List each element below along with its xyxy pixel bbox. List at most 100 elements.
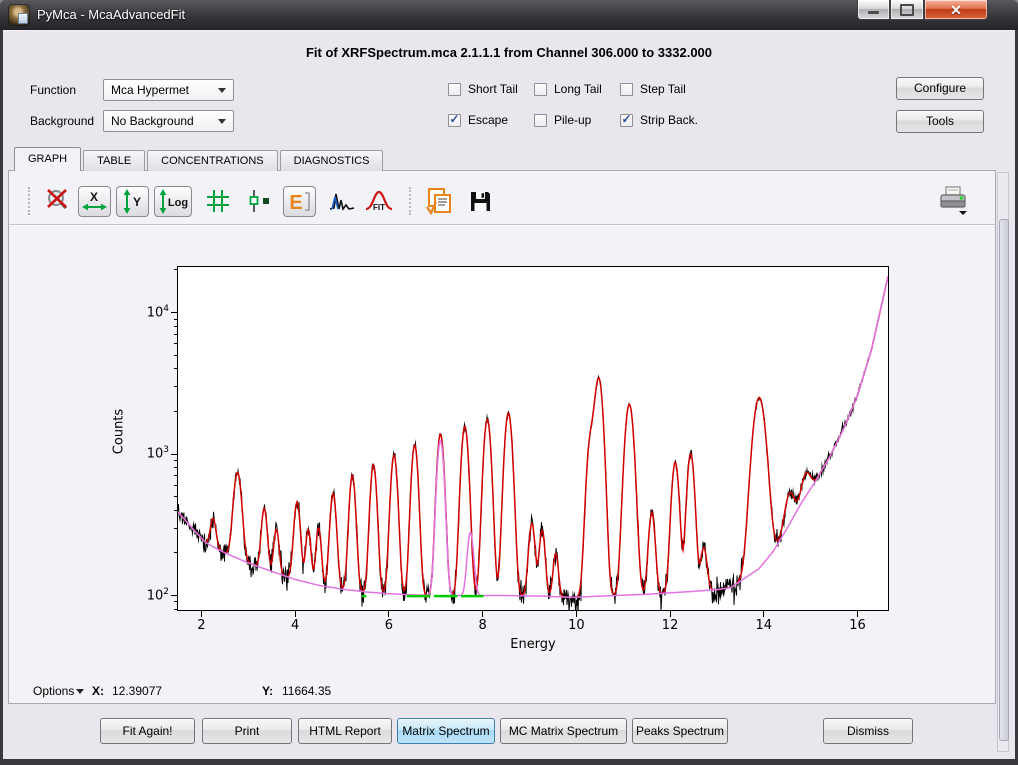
copy-to-clipboard-icon[interactable] — [424, 185, 454, 217]
tick-mark — [174, 485, 177, 486]
log-scale-button[interactable]: Log — [154, 186, 192, 217]
fit-again-button[interactable]: Fit Again! — [100, 718, 195, 744]
print-button[interactable]: Print — [202, 718, 292, 744]
checkbox-box: ✓ — [620, 83, 633, 96]
toolbar-handle[interactable] — [409, 187, 416, 215]
checkbox-label: Short Tail — [468, 82, 518, 96]
tick-label: 4 — [280, 618, 310, 633]
fit-header-title: Fit of XRFSpectrum.mca 2.1.1.1 from Chan… — [3, 45, 1015, 60]
close-button[interactable]: ✕ — [924, 0, 988, 20]
y-autoscale-button[interactable]: Y — [116, 186, 149, 217]
window-title: PyMca - McaAdvancedFit — [37, 7, 185, 22]
tick-label: 104 — [123, 304, 169, 320]
scrollbar-thumb[interactable] — [999, 219, 1009, 741]
checkbox-label: Escape — [468, 113, 508, 127]
x-autoscale-button[interactable]: X — [78, 186, 111, 217]
tick-mark — [576, 611, 577, 617]
tick-mark — [174, 368, 177, 369]
tick-label: 2 — [186, 618, 216, 633]
svg-text:FIT: FIT — [373, 203, 385, 212]
tick-mark — [201, 611, 202, 617]
tick-label: 6 — [374, 618, 404, 633]
tab-table[interactable]: TABLE — [83, 150, 145, 171]
checkbox-label: Step Tail — [640, 82, 686, 96]
mc-matrix-spectrum-button[interactable]: MC Matrix Spectrum — [500, 718, 627, 744]
background-combobox[interactable]: No Background — [103, 110, 234, 132]
tab-concentrations[interactable]: CONCENTRATIONS — [147, 150, 277, 171]
checkbox-label: Long Tail — [554, 82, 602, 96]
cursor-x-value: 12.39077 — [112, 684, 162, 698]
tick-label: 8 — [468, 618, 498, 633]
tab-graph[interactable]: GRAPH — [14, 147, 81, 171]
cursor-status-row: Options X: 12.39077 Y: 11664.35 — [0, 684, 1012, 702]
tab-bar: GRAPH TABLE CONCENTRATIONS DIAGNOSTICS — [14, 147, 385, 171]
title-bar[interactable]: PyMca - McaAdvancedFit ✕ — [0, 0, 1018, 30]
tick-mark — [174, 411, 177, 412]
checkbox-box: ✓ — [620, 114, 633, 127]
checkbox-escape[interactable]: ✓ Escape — [448, 112, 508, 128]
tick-mark — [174, 460, 177, 461]
checkbox-short-tail[interactable]: ✓ Short Tail — [448, 81, 518, 97]
fit-icon[interactable]: FIT — [364, 185, 394, 217]
peaks-spectrum-button[interactable]: Peaks Spectrum — [632, 718, 728, 744]
tick-mark — [174, 601, 177, 602]
tick-label: 12 — [655, 618, 685, 633]
checkbox-box: ✓ — [448, 114, 461, 127]
cursor-y-label: Y: — [262, 684, 273, 698]
checkbox-box: ✓ — [448, 83, 461, 96]
function-label: Function — [30, 83, 76, 97]
tick-mark — [174, 326, 177, 327]
matrix-spectrum-button[interactable]: Matrix Spectrum — [397, 718, 495, 744]
tick-mark — [174, 510, 177, 511]
function-combobox[interactable]: Mca Hypermet — [103, 79, 234, 101]
checkbox-long-tail[interactable]: ✓ Long Tail — [534, 81, 602, 97]
spectrum-chart[interactable] — [178, 267, 888, 610]
maximize-button[interactable] — [890, 0, 924, 20]
checkbox-pile-up[interactable]: ✓ Pile-up — [534, 112, 591, 128]
tick-mark — [763, 611, 764, 617]
zoom-reset-icon[interactable] — [43, 185, 73, 217]
dismiss-button[interactable]: Dismiss — [823, 718, 913, 744]
grid-icon[interactable] — [203, 185, 233, 217]
svg-text:E: E — [289, 192, 302, 214]
checkbox-step-tail[interactable]: ✓ Step Tail — [620, 81, 686, 97]
tick-mark — [174, 475, 177, 476]
energy-axis-button[interactable]: E — [283, 186, 316, 217]
options-arrow-icon — [76, 689, 84, 694]
html-report-button[interactable]: HTML Report — [298, 718, 392, 744]
peak-markers-icon[interactable] — [244, 185, 274, 217]
function-value: Mca Hypermet — [111, 83, 189, 97]
combo-arrow-icon — [218, 88, 226, 93]
print-icon[interactable] — [936, 185, 970, 217]
options-menu[interactable]: Options — [33, 684, 84, 698]
tick-label: 16 — [843, 618, 873, 633]
checkbox-label: Strip Back. — [640, 113, 698, 127]
vertical-scrollbar[interactable] — [997, 172, 1009, 752]
minimize-icon — [868, 11, 879, 14]
checkbox-label: Pile-up — [554, 113, 591, 127]
configure-button[interactable]: Configure — [896, 77, 984, 100]
checkbox-box: ✓ — [534, 114, 547, 127]
tick-mark — [174, 319, 177, 320]
tick-mark — [174, 334, 177, 335]
tick-mark — [857, 611, 858, 617]
close-icon: ✕ — [950, 1, 962, 19]
tick-mark — [174, 343, 177, 344]
combo-arrow-icon — [218, 119, 226, 124]
tick-mark — [174, 269, 177, 270]
checkbox-strip-back[interactable]: ✓ Strip Back. — [620, 112, 698, 128]
background-value: No Background — [111, 114, 194, 128]
raw-spectrum-icon[interactable] — [327, 185, 357, 217]
tick-label: 103 — [123, 445, 169, 461]
tools-button[interactable]: Tools — [896, 110, 984, 133]
minimize-button[interactable] — [857, 0, 890, 20]
maximize-icon — [900, 4, 914, 16]
plot-area[interactable] — [177, 266, 889, 611]
tick-mark — [670, 611, 671, 617]
tick-mark — [174, 552, 177, 553]
tick-mark — [174, 467, 177, 468]
toolbar-handle[interactable] — [28, 187, 35, 215]
tick-label: 102 — [123, 587, 169, 603]
save-icon[interactable] — [465, 185, 495, 217]
tab-diagnostics[interactable]: DIAGNOSTICS — [280, 150, 384, 171]
